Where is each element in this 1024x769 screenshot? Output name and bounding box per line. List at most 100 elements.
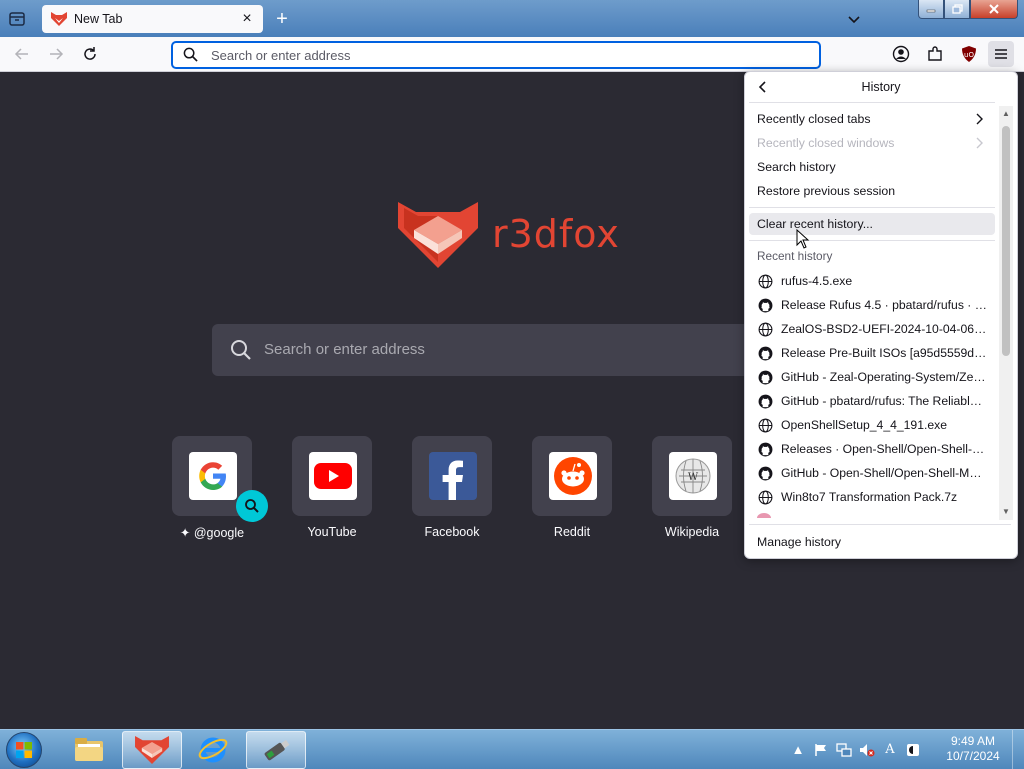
back-arrow-icon: [14, 48, 28, 60]
show-hidden-icons-button[interactable]: ▲: [790, 742, 806, 758]
account-button[interactable]: [888, 41, 914, 67]
search-icon: [231, 340, 251, 360]
globe-icon: [757, 273, 773, 289]
taskbar-r3dfox[interactable]: [122, 731, 182, 769]
taskbar-rufus[interactable]: [246, 731, 306, 769]
taskbar-file-explorer[interactable]: [60, 731, 118, 767]
navigation-toolbar: uO: [0, 37, 1024, 72]
history-entry-title: GitHub - pbatard/rufus: The Reliable USB: [781, 394, 987, 408]
history-entry-title: Release Pre-Built ISOs [a95d5559dedf]: [781, 346, 987, 360]
globe-icon: [757, 417, 773, 433]
app-menu-button[interactable]: [988, 41, 1014, 67]
search-history-item[interactable]: Search history: [749, 156, 995, 178]
history-entry[interactable]: GitHub - Zeal-Operating-System/ZealOS: [749, 366, 995, 388]
divider: [749, 524, 1011, 525]
facebook-icon: [429, 452, 477, 500]
history-entry[interactable]: GitHub - Open-Shell/Open-Shell-Menu: [749, 462, 995, 484]
shortcut-tile[interactable]: [172, 436, 268, 522]
tray-app-icon[interactable]: [905, 742, 921, 758]
scrollbar-thumb[interactable]: [1002, 126, 1010, 356]
restore-icon: [951, 4, 963, 14]
github-icon: [757, 393, 773, 409]
forward-button[interactable]: [47, 45, 65, 63]
shortcut-tile[interactable]: W: [652, 436, 732, 516]
history-entry[interactable]: Releases · Open-Shell/Open-Shell-Menu: [749, 438, 995, 460]
history-entry[interactable]: Win8to7 Transformation Pack.7z: [749, 486, 995, 508]
history-panel: History Recently closed tabs Recently cl…: [744, 71, 1018, 559]
github-icon: [757, 345, 773, 361]
system-tray: ▲ A: [790, 730, 928, 769]
show-desktop-button[interactable]: [1012, 730, 1024, 769]
firefox-view-icon: [9, 12, 25, 26]
extensions-button[interactable]: [922, 41, 948, 67]
tab-close-icon[interactable]: ×: [239, 11, 255, 27]
github-icon: [757, 297, 773, 313]
scroll-down-icon[interactable]: ▼: [1002, 508, 1010, 516]
system-clock[interactable]: 9:49 AM 10/7/2024: [938, 734, 1008, 764]
history-entry[interactable]: rufus-4.5.exe: [749, 270, 995, 292]
tab-new-tab[interactable]: New Tab ×: [42, 5, 263, 33]
menu-item-label: Search history: [757, 160, 836, 174]
action-center-flag-icon[interactable]: [813, 742, 829, 758]
firefox-view-button[interactable]: [6, 9, 28, 29]
search-icon: [183, 47, 198, 62]
search-icon: [245, 499, 259, 513]
menu-item-label: Manage history: [757, 535, 842, 549]
r3dfox-logo-icon: [398, 202, 478, 268]
divider: [749, 240, 995, 241]
newtab-search-box[interactable]: Search or enter address: [212, 324, 812, 376]
shortcut-label: Reddit: [553, 525, 591, 539]
volume-muted-icon[interactable]: [859, 742, 875, 758]
windows-logo-icon: [6, 732, 42, 768]
history-scrollbar[interactable]: ▲ ▼: [999, 106, 1013, 520]
input-language-icon[interactable]: A: [882, 742, 898, 758]
panel-header: History: [745, 72, 1017, 102]
globe-icon: [757, 489, 773, 505]
history-entry[interactable]: Release Rufus 4.5 · pbatard/rufus · GitH…: [749, 294, 995, 316]
address-input[interactable]: [211, 46, 801, 64]
globe-icon: [757, 321, 773, 337]
scroll-up-icon[interactable]: ▲: [1002, 110, 1010, 118]
recently-closed-tabs-item[interactable]: Recently closed tabs: [749, 108, 995, 130]
taskbar-internet-explorer[interactable]: [184, 731, 242, 767]
account-icon: [892, 45, 910, 63]
address-bar[interactable]: [172, 42, 820, 68]
history-entry-title: OpenShellSetup_4_4_191.exe: [781, 418, 948, 432]
github-icon: [757, 369, 773, 385]
history-entry[interactable]: Release Pre-Built ISOs [a95d5559dedf]: [749, 342, 995, 364]
manage-history-item[interactable]: Manage history: [749, 531, 1013, 553]
clear-recent-history-item[interactable]: Clear recent history...: [749, 213, 995, 235]
tab-title: New Tab: [74, 12, 123, 26]
list-all-tabs-button[interactable]: [845, 10, 863, 28]
network-icon[interactable]: [836, 742, 852, 758]
menu-item-label: Restore previous session: [757, 184, 896, 198]
r3dfox-favicon-icon: [51, 12, 67, 26]
back-button[interactable]: [13, 45, 31, 63]
start-button[interactable]: [4, 731, 44, 769]
reload-button[interactable]: [81, 45, 99, 63]
history-entry-title: Win8to7 Transformation Pack.7z: [781, 490, 958, 504]
restore-previous-session-item[interactable]: Restore previous session: [749, 180, 995, 202]
maximize-button[interactable]: [944, 0, 970, 19]
ublock-origin-button[interactable]: uO: [956, 41, 982, 67]
close-window-button[interactable]: [970, 0, 1018, 19]
shortcut-tile[interactable]: [412, 436, 492, 516]
hamburger-menu-icon: [995, 49, 1007, 59]
puzzle-icon: [928, 46, 942, 61]
shortcut-tile[interactable]: [292, 436, 372, 516]
clock-time: 9:49 AM: [950, 734, 996, 748]
history-entry[interactable]: OpenShellSetup_4_4_191.exe: [749, 414, 995, 436]
github-icon: [757, 441, 773, 457]
shortcut-label-text: @google: [193, 526, 245, 540]
shortcut-label: Facebook: [424, 525, 480, 539]
pin-icon: ✦: [179, 526, 191, 540]
reddit-icon: [549, 452, 597, 500]
window-controls: [918, 0, 1018, 19]
history-entry[interactable]: GitHub - pbatard/rufus: The Reliable USB: [749, 390, 995, 412]
close-icon: [989, 4, 999, 14]
new-tab-button[interactable]: +: [273, 9, 291, 29]
history-entry[interactable]: ZealOS-BSD2-UEFI-2024-10-04-06_22-28: [749, 318, 995, 340]
shortcut-tile[interactable]: [532, 436, 612, 516]
minimize-button[interactable]: [918, 0, 944, 19]
panel-back-button[interactable]: [754, 78, 772, 96]
